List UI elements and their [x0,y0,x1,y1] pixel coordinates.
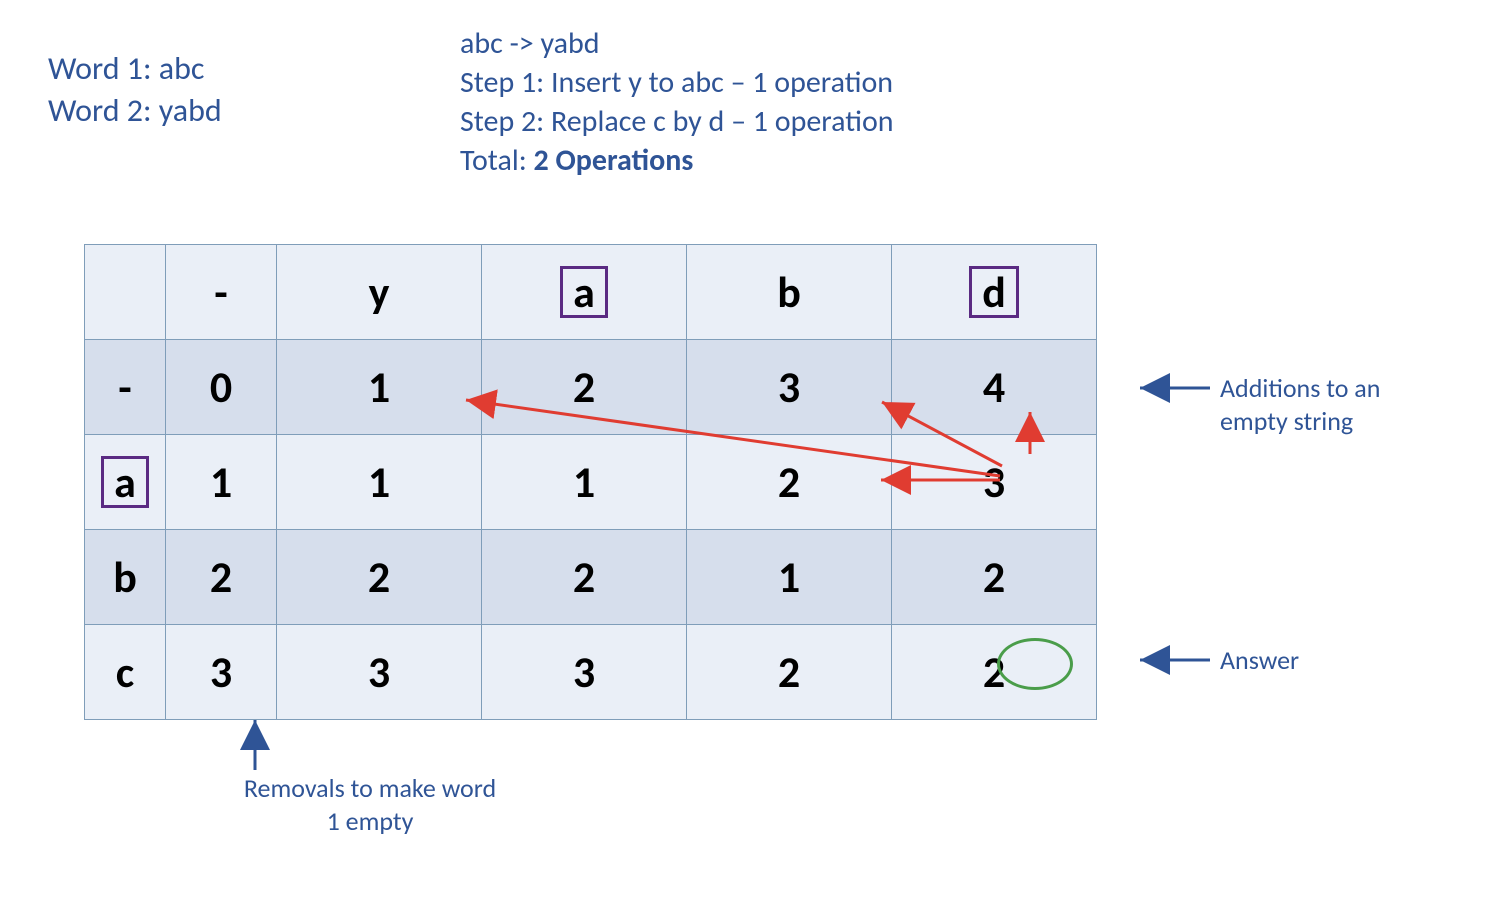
dp-cell: 2 [687,625,892,720]
total-line: Total: 2 Operations [460,141,894,180]
col-header-d: d [892,245,1097,340]
dp-cell: 2 [892,625,1097,720]
removals-note: Removals to make word 1 empty [240,772,500,837]
word-definitions: Word 1: abc Word 2: yabd [48,48,222,131]
row-header--: - [85,340,166,435]
boxed-header: a [101,456,149,508]
dp-cell: 3 [166,625,277,720]
dp-cell: 3 [277,625,482,720]
col-header--: - [166,245,277,340]
additions-note: Additions to an empty string [1220,372,1420,437]
col-header-b: b [687,245,892,340]
dp-cell: 4 [892,340,1097,435]
dp-cell: 2 [482,530,687,625]
word2-label: Word 2: yabd [48,90,222,132]
row-header-c: c [85,625,166,720]
total-bold: 2 Operations [534,142,694,179]
dp-cell: 1 [166,435,277,530]
total-prefix: Total: [460,142,534,179]
dp-cell: 2 [277,530,482,625]
dp-cell: 2 [687,435,892,530]
dp-cell: 0 [166,340,277,435]
dp-cell: 1 [277,340,482,435]
dp-cell: 2 [892,530,1097,625]
dp-table: -yabd-01234a11123b22212c33322 [84,244,1097,720]
corner-cell [85,245,166,340]
dp-cell: 2 [166,530,277,625]
dp-cell: 3 [482,625,687,720]
dp-cell: 2 [482,340,687,435]
boxed-header: d [969,266,1019,318]
dp-cell: 1 [687,530,892,625]
dp-cell: 1 [277,435,482,530]
row-header-b: b [85,530,166,625]
col-header-a: a [482,245,687,340]
dp-cell: 3 [687,340,892,435]
col-header-y: y [277,245,482,340]
transform-line: abc -> yabd [460,24,894,63]
dp-cell: 1 [482,435,687,530]
step-2-line: Step 2: Replace c by d – 1 operation [460,102,894,141]
row-header-a: a [85,435,166,530]
boxed-header: a [560,266,608,318]
steps-block: abc -> yabd Step 1: Insert y to abc – 1 … [460,24,894,180]
word1-label: Word 1: abc [48,48,222,90]
dp-cell: 3 [892,435,1097,530]
answer-note: Answer [1220,644,1299,677]
step-1-line: Step 1: Insert y to abc – 1 operation [460,63,894,102]
